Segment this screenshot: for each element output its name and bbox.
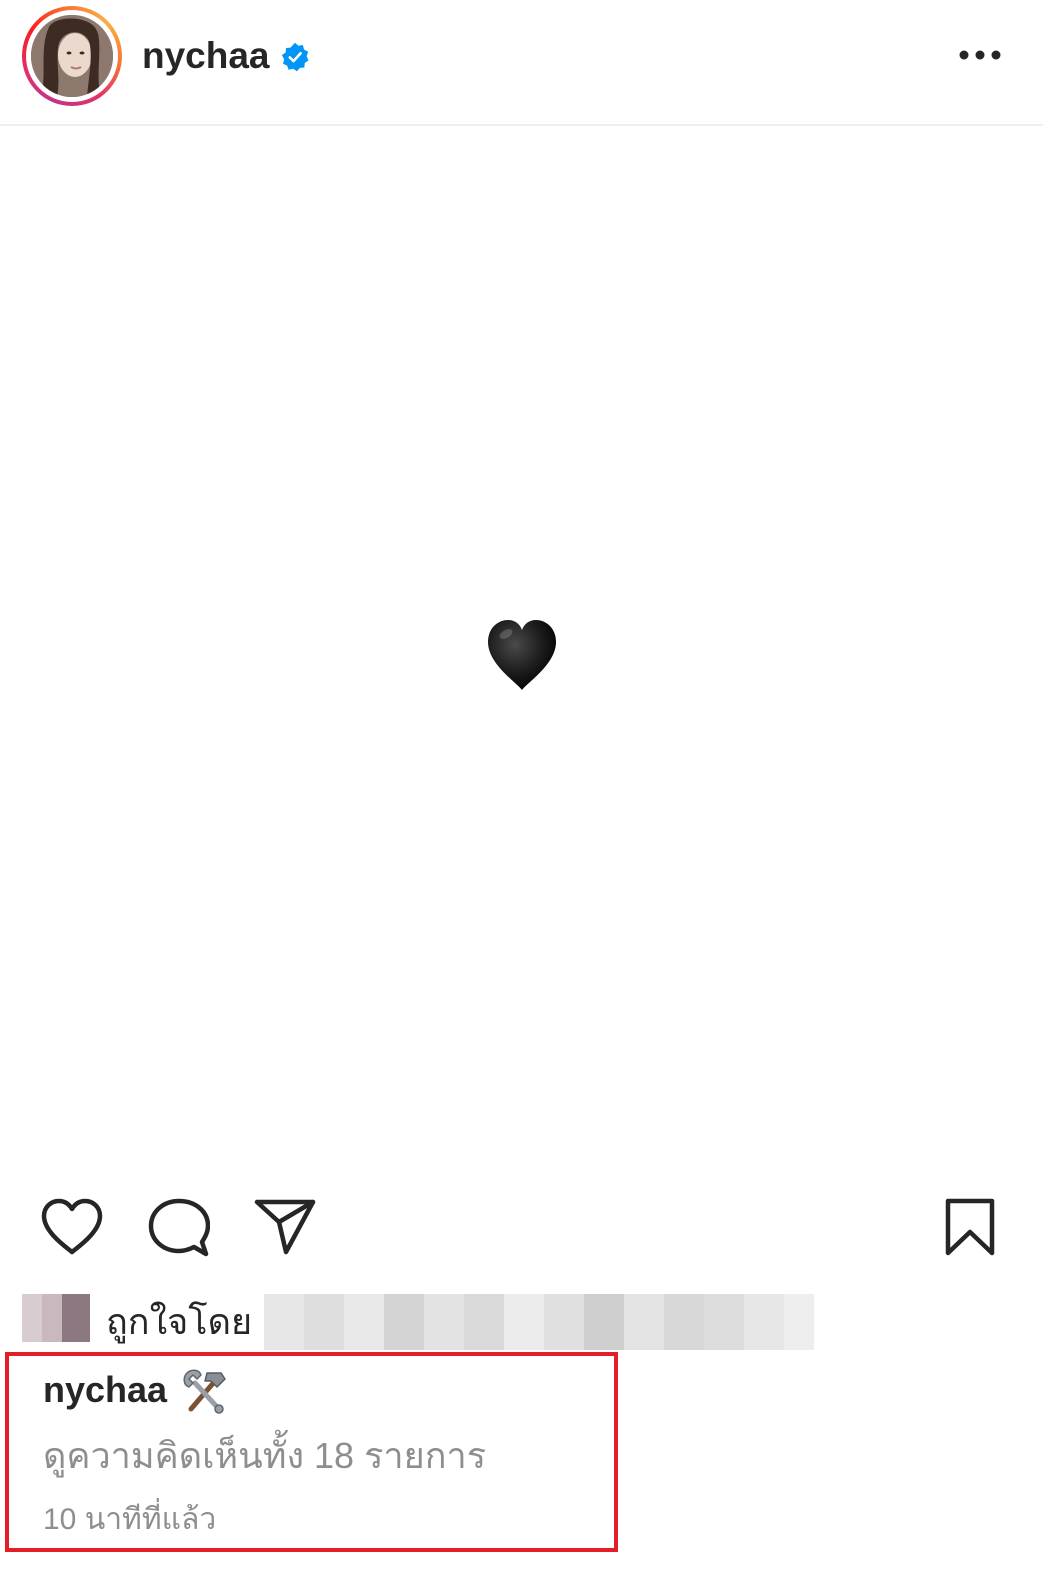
post-author-username[interactable]: nychaa — [142, 34, 270, 78]
liked-by-label: ถูกใจโดย — [106, 1301, 253, 1342]
liked-by-row[interactable]: ถูกใจโดย — [22, 1294, 822, 1350]
post-timestamp: 10 นาทีที่แล้ว — [43, 1503, 217, 1536]
bookmark-icon[interactable] — [944, 1198, 996, 1256]
heart-icon[interactable] — [40, 1198, 104, 1256]
liked-by-names-pixelated[interactable] — [264, 1294, 814, 1350]
hammer-and-wrench-emoji — [183, 1369, 226, 1414]
liker-avatar-pixelated — [22, 1294, 90, 1342]
more-options-icon[interactable] — [955, 40, 1005, 70]
avatar[interactable] — [31, 15, 113, 97]
caption-username[interactable]: nychaa — [43, 1368, 167, 1412]
avatar-photo — [31, 15, 113, 97]
profile-avatar-story-ring[interactable] — [22, 6, 122, 106]
send-icon[interactable] — [254, 1198, 316, 1256]
view-all-comments-link[interactable]: ดูความคิดเห็นทั้ง 18 รายการ — [43, 1434, 486, 1478]
post-header: nychaa — [0, 0, 1043, 126]
comment-icon[interactable] — [148, 1198, 210, 1258]
verified-badge-icon — [281, 42, 309, 72]
black-heart-emoji — [488, 620, 556, 690]
